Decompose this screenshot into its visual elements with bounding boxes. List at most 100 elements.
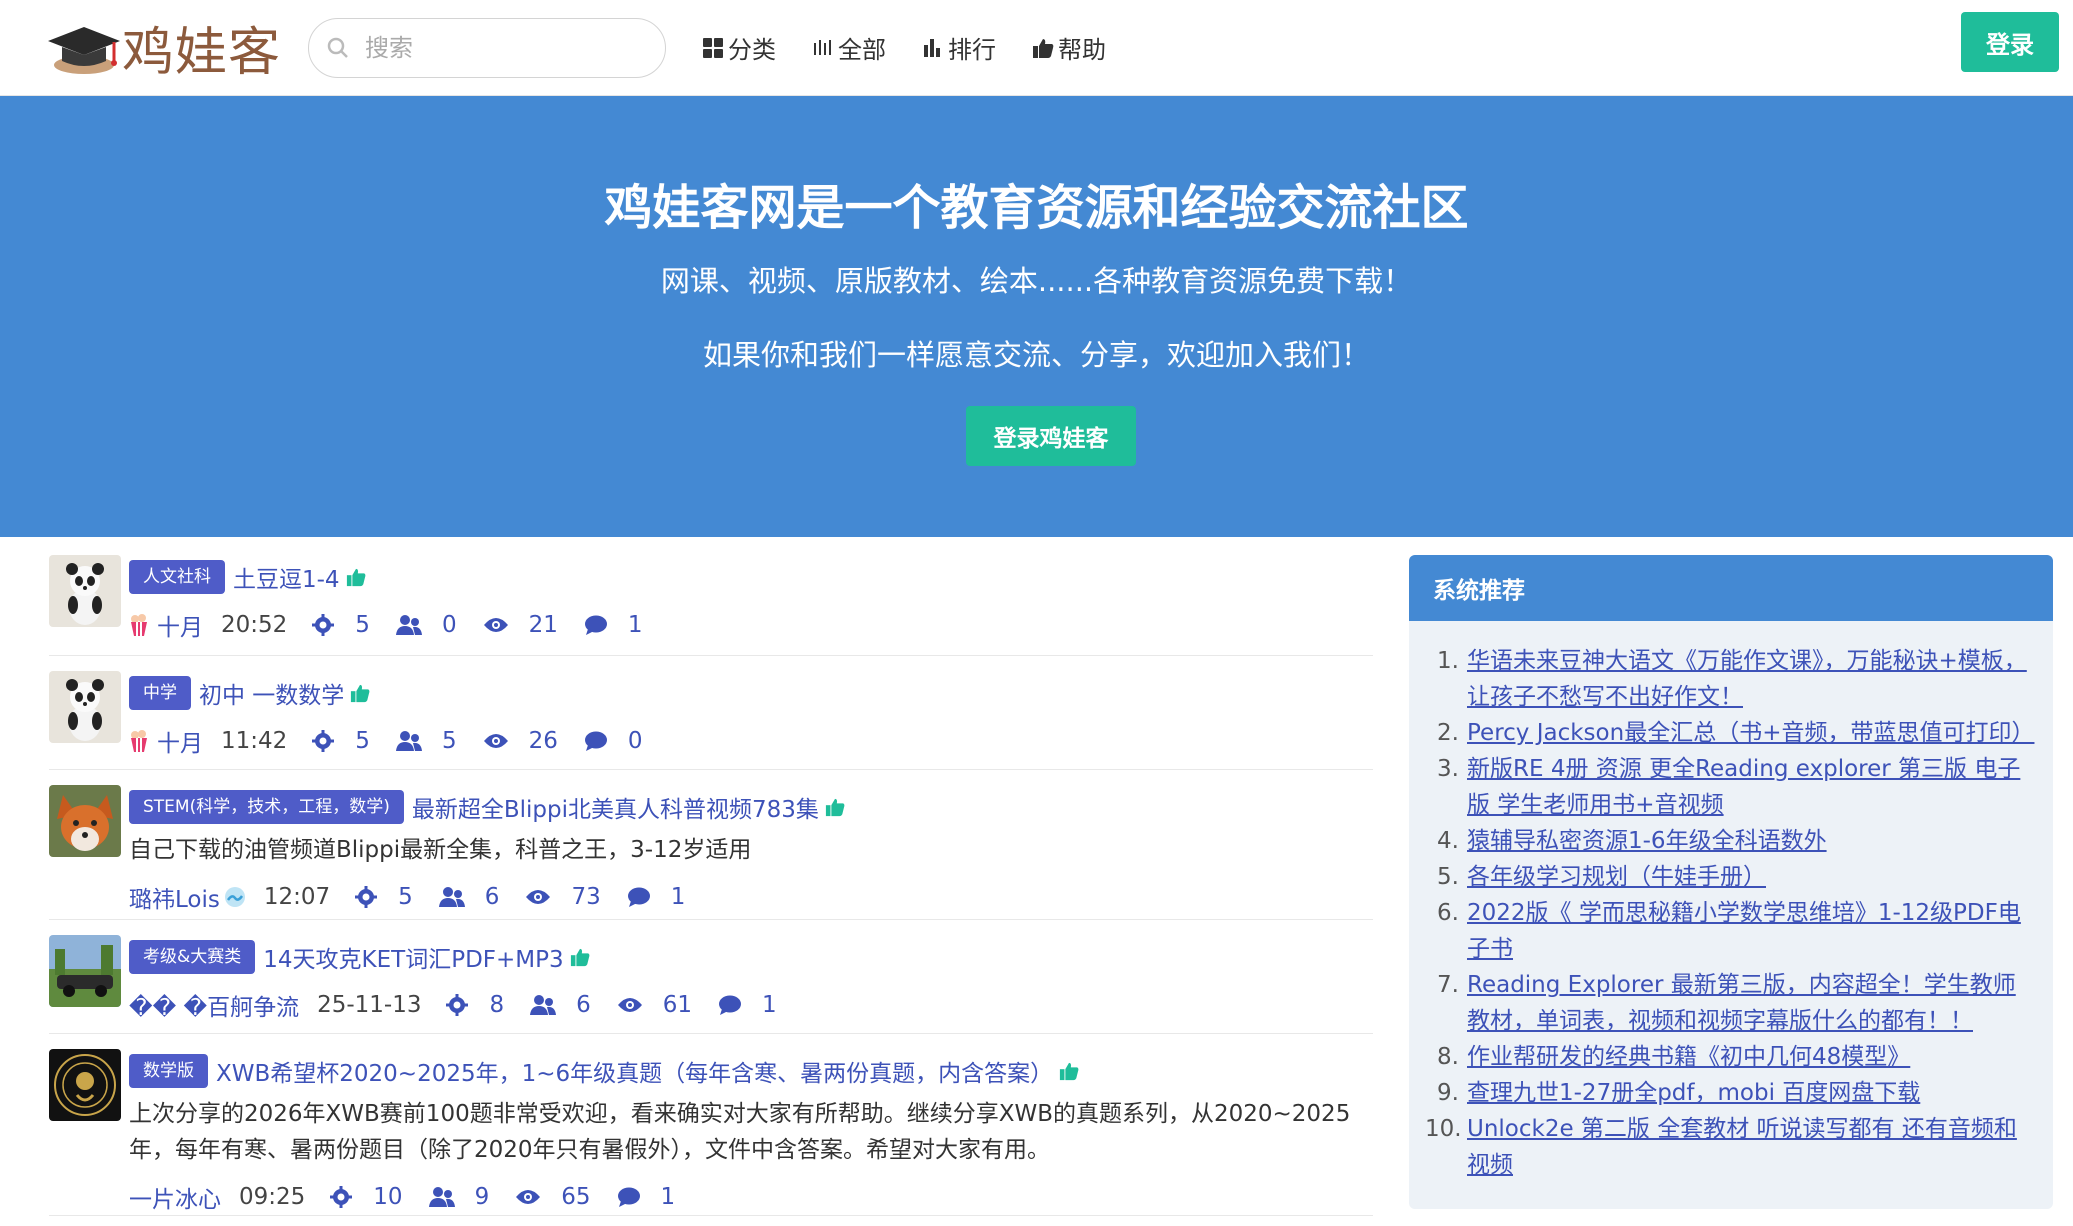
post-item: 考级&大赛类 14天攻克KET词汇PDF+MP3 �� �百舸争流 25-11-13 8… bbox=[49, 920, 1373, 1034]
stat-value: 0 bbox=[441, 612, 457, 638]
thumbs-up-icon bbox=[346, 567, 366, 587]
stat-value: 10 bbox=[373, 1184, 403, 1210]
recommend-link[interactable]: 查理九世1-27册全pdf，mobi 百度网盘下载 bbox=[1467, 1075, 1920, 1111]
grid-icon bbox=[702, 37, 724, 59]
comment-icon bbox=[718, 994, 752, 1016]
view-count: 65 bbox=[515, 1184, 591, 1210]
nav-item-all[interactable]: 全部 bbox=[812, 30, 886, 65]
recommend-item: 1. 华语未来豆神大语文《万能作文课》，万能秘诀+模板，让孩子不愁写不出好作文！ bbox=[1425, 643, 2033, 715]
post-title-link[interactable]: XWB希望杯2020~2025年，1~6年级真题（每年含寒、暑两份真题，内含答案… bbox=[216, 1054, 1053, 1088]
hero-subtitle: 网课、视频、原版教材、绘本......各种教育资源免费下载！ bbox=[660, 264, 1413, 298]
author-link[interactable]: 十月 bbox=[129, 724, 203, 758]
stat-value: 21 bbox=[528, 612, 558, 638]
item-number: 9. bbox=[1437, 1080, 1459, 1106]
recommend-item: 2. Percy Jackson最全汇总（书+音频，带蓝思值可打印） bbox=[1425, 715, 2034, 751]
eye-icon bbox=[515, 1188, 551, 1206]
comment-count: 1 bbox=[718, 992, 777, 1018]
recommend-link[interactable]: Reading Explorer 最新第三版，内容超全！学生教师教材，单词表，视… bbox=[1467, 967, 2033, 1039]
site-logo[interactable]: 鸡娃客 bbox=[44, 14, 281, 83]
nav-label: 分类 bbox=[728, 36, 776, 64]
avatar[interactable] bbox=[49, 671, 121, 743]
category-tag[interactable]: 人文社科 bbox=[129, 560, 225, 594]
thumbs-up-icon bbox=[1032, 37, 1054, 59]
post-meta: 一片冰心 09:25 10 9 65 1 bbox=[129, 1168, 1373, 1226]
recommend-item: 5. 各年级学习规划（牛娃手册） bbox=[1425, 859, 2033, 895]
follower-count: 0 bbox=[395, 612, 457, 638]
author-name: 十月 bbox=[157, 731, 203, 757]
avatar[interactable] bbox=[49, 555, 121, 627]
post-title-link[interactable]: 土豆逗1-4 bbox=[233, 560, 340, 594]
avatar[interactable] bbox=[49, 1049, 121, 1121]
post-item: 中学 初中 一数数学 十月 11:42 5 5 26 0 bbox=[49, 656, 1373, 770]
author-link[interactable]: 一片冰心 bbox=[129, 1180, 221, 1214]
badge-icon bbox=[224, 886, 246, 908]
recommend-link[interactable]: 各年级学习规划（牛娃手册） bbox=[1467, 859, 1766, 895]
gear-icon bbox=[311, 729, 345, 753]
hero-login-button[interactable]: 登录鸡娃客 bbox=[966, 406, 1136, 466]
stat-value: 73 bbox=[571, 884, 601, 910]
search-input[interactable] bbox=[365, 34, 625, 62]
post-time: 12:07 bbox=[263, 884, 331, 910]
gear-icon bbox=[354, 885, 388, 909]
recommend-item: 10. Unlock2e 第二版 全套教材 听说读写都有 还有音频和视频 bbox=[1425, 1111, 2033, 1183]
recommend-link[interactable]: 2022版《 学而思秘籍小学数学思维培》1-12级PDF电子书 bbox=[1467, 895, 2033, 967]
recommend-item: 7. Reading Explorer 最新第三版，内容超全！学生教师教材，单词表… bbox=[1425, 967, 2033, 1039]
comment-icon bbox=[627, 886, 661, 908]
nav-label: 排行 bbox=[948, 36, 996, 64]
stat-value: 1 bbox=[627, 612, 643, 638]
author-name: 璐祎Lois bbox=[129, 887, 220, 913]
nav-label: 帮助 bbox=[1058, 36, 1106, 64]
post-title-link[interactable]: 14天攻克KET词汇PDF+MP3 bbox=[263, 940, 563, 974]
hero-banner: 鸡娃客网是一个教育资源和经验交流社区 网课、视频、原版教材、绘本......各种… bbox=[0, 96, 2073, 537]
nav-item-help[interactable]: 帮助 bbox=[1032, 30, 1106, 65]
item-number: 7. bbox=[1437, 972, 1459, 998]
search-icon bbox=[327, 37, 348, 58]
follower-count: 9 bbox=[428, 1184, 489, 1210]
gear-icon bbox=[311, 613, 345, 637]
recommend-link[interactable]: Percy Jackson最全汇总（书+音频，带蓝思值可打印） bbox=[1467, 715, 2034, 751]
author-link[interactable]: 璐祎Lois bbox=[129, 880, 246, 914]
category-tag[interactable]: 数学版 bbox=[129, 1054, 208, 1088]
recommend-link[interactable]: 猿辅导私密资源1-6年级全科语数外 bbox=[1467, 823, 1827, 859]
post-item: 人文社科 土豆逗1-4 十月 20:52 5 0 21 1 bbox=[49, 540, 1373, 656]
graduation-cap-icon bbox=[44, 17, 122, 77]
recommend-link[interactable]: 新版RE 4册 资源 更全Reading explorer 第三版 电子版 学生… bbox=[1467, 751, 2033, 823]
avatar[interactable] bbox=[49, 935, 121, 1007]
recommend-item: 6. 2022版《 学而思秘籍小学数学思维培》1-12级PDF电子书 bbox=[1425, 895, 2033, 967]
comment-count: 1 bbox=[584, 612, 643, 638]
author-link[interactable]: �� �百舸争流 bbox=[129, 988, 299, 1022]
post-feed: 人文社科 土豆逗1-4 十月 20:52 5 0 21 1 中学 初中 一数数学 十月 11:42 5 5… bbox=[49, 540, 1373, 1216]
users-icon bbox=[395, 614, 432, 636]
recommend-link[interactable]: 作业帮研发的经典书籍《初中几何48模型》 bbox=[1467, 1039, 1910, 1075]
hero-subtitle: 如果你和我们一样愿意交流、分享，欢迎加入我们！ bbox=[702, 338, 1370, 372]
nav-item-category[interactable]: 分类 bbox=[702, 30, 776, 65]
login-button[interactable]: 登录 bbox=[1961, 12, 2059, 72]
eye-icon bbox=[617, 996, 653, 1014]
item-number: 5. bbox=[1437, 864, 1459, 890]
post-meta: 十月 11:42 5 5 26 0 bbox=[129, 712, 1373, 770]
category-tag[interactable]: STEM(科学，技术，工程，数学) bbox=[129, 790, 404, 824]
post-time: 09:25 bbox=[239, 1184, 306, 1210]
recommend-link[interactable]: 华语未来豆神大语文《万能作文课》，万能秘诀+模板，让孩子不愁写不出好作文！ bbox=[1467, 643, 2033, 715]
author-link[interactable]: 十月 bbox=[129, 608, 203, 642]
follower-count: 5 bbox=[395, 728, 457, 754]
comment-count: 1 bbox=[617, 1184, 676, 1210]
post-description: 自己下载的油管频道Blippi最新全集，科普之王，3-12岁适用 bbox=[129, 837, 752, 863]
item-number: 3. bbox=[1437, 756, 1459, 782]
search-box[interactable] bbox=[308, 18, 666, 78]
post-description: 上次分享的2026年XWB赛前100题非常受欢迎，看来确实对大家有所帮助。继续分… bbox=[129, 1101, 1351, 1163]
post-title-link[interactable]: 初中 一数数学 bbox=[199, 676, 344, 710]
post-title-link[interactable]: 最新超全Blippi北美真人科普视频783集 bbox=[412, 790, 819, 824]
stat-value: 6 bbox=[576, 992, 591, 1018]
category-tag[interactable]: 中学 bbox=[129, 676, 191, 710]
item-number: 8. bbox=[1437, 1044, 1459, 1070]
thumbs-up-icon bbox=[350, 683, 370, 703]
avatar[interactable] bbox=[49, 785, 121, 857]
recommend-link[interactable]: Unlock2e 第二版 全套教材 听说读写都有 还有音频和视频 bbox=[1467, 1111, 2033, 1183]
stat-value: 1 bbox=[660, 1184, 676, 1210]
nav-item-ranking[interactable]: 排行 bbox=[922, 30, 996, 65]
recommend-title: 系统推荐 bbox=[1409, 555, 2053, 621]
post-time: 25-11-13 bbox=[317, 992, 422, 1018]
category-tag[interactable]: 考级&大赛类 bbox=[129, 940, 256, 974]
comment-count: 0 bbox=[584, 728, 643, 754]
